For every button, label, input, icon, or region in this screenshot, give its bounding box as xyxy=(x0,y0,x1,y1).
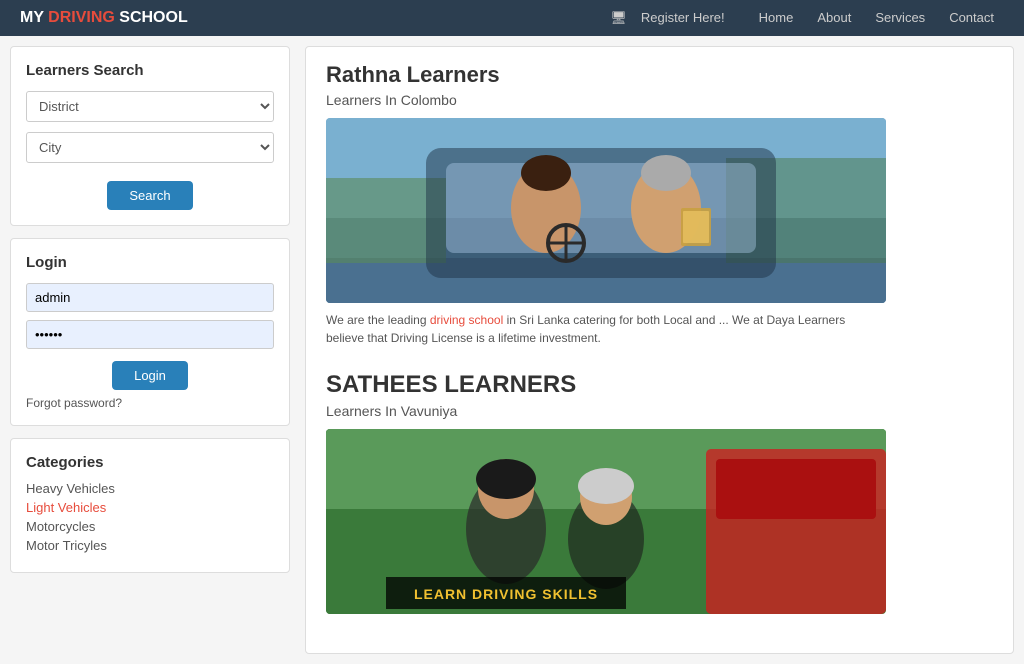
register-link-text[interactable]: Register Here! xyxy=(631,0,735,36)
category-motor-tricycles[interactable]: Motor Tricyles xyxy=(26,538,107,553)
listing-2-title: SATHEES LEARNERS xyxy=(326,371,993,399)
listing-1-title: Rathna Learners xyxy=(326,62,993,88)
listing-2-svg: LEARN DRIVING SKILLS xyxy=(326,429,886,614)
list-item: Light Vehicles xyxy=(26,500,274,515)
listing-1-description: We are the leading driving school in Sri… xyxy=(326,311,886,347)
listing-1-link[interactable]: driving school xyxy=(430,313,503,327)
listing-1-svg xyxy=(326,118,886,303)
listing-1-subtitle: Learners In Colombo xyxy=(326,92,993,108)
category-heavy-vehicles[interactable]: Heavy Vehicles xyxy=(26,481,115,496)
sidebar: Learners Search District City Search Log… xyxy=(10,46,290,654)
navbar: MY DRIVING SCHOOL 🖥 Register Here! Home … xyxy=(0,0,1024,36)
listing-2-image-overlay: LEARN DRIVING SKILLS xyxy=(326,429,886,614)
listing-1: Rathna Learners Learners In Colombo xyxy=(326,62,993,347)
search-button[interactable]: Search xyxy=(107,181,192,210)
listing-1-image-overlay xyxy=(326,118,886,303)
register-link[interactable]: 🖥 Register Here! xyxy=(600,0,744,36)
username-input[interactable] xyxy=(26,283,274,312)
login-title: Login xyxy=(26,254,274,271)
password-input[interactable] xyxy=(26,320,274,349)
list-item: Motorcycles xyxy=(26,519,274,534)
nav-links: 🖥 Register Here! Home About Services Con… xyxy=(600,0,1004,36)
logo-driving: DRIVING xyxy=(48,9,115,26)
forgot-password-link[interactable]: Forgot password? xyxy=(26,396,274,410)
list-item: Motor Tricyles xyxy=(26,538,274,553)
category-light-vehicles[interactable]: Light Vehicles xyxy=(26,500,106,515)
logo-school: SCHOOL xyxy=(115,9,188,26)
site-logo: MY DRIVING SCHOOL xyxy=(20,9,188,27)
city-select[interactable]: City xyxy=(26,132,274,163)
listing-1-image xyxy=(326,118,886,303)
search-box: Learners Search District City Search xyxy=(10,46,290,226)
listing-2-subtitle: Learners In Vavuniya xyxy=(326,403,993,419)
main-content: Rathna Learners Learners In Colombo xyxy=(305,46,1014,654)
listing-2: SATHEES LEARNERS Learners In Vavuniya xyxy=(326,371,993,614)
categories-title: Categories xyxy=(26,454,274,471)
nav-services[interactable]: Services xyxy=(865,0,935,36)
categories-box: Categories Heavy Vehicles Light Vehicles… xyxy=(10,438,290,573)
page-layout: Learners Search District City Search Log… xyxy=(0,36,1024,664)
categories-list: Heavy Vehicles Light Vehicles Motorcycle… xyxy=(26,481,274,553)
search-title: Learners Search xyxy=(26,62,274,79)
list-item: Heavy Vehicles xyxy=(26,481,274,496)
nav-contact[interactable]: Contact xyxy=(939,0,1004,36)
login-box: Login Login Forgot password? xyxy=(10,238,290,426)
svg-text:LEARN DRIVING SKILLS: LEARN DRIVING SKILLS xyxy=(414,586,598,602)
nav-about[interactable]: About xyxy=(807,0,861,36)
category-motorcycles[interactable]: Motorcycles xyxy=(26,519,95,534)
listing-2-image: LEARN DRIVING SKILLS xyxy=(326,429,886,614)
login-button[interactable]: Login xyxy=(112,361,188,390)
logo-my: MY xyxy=(20,9,48,26)
monitor-icon: 🖥 xyxy=(610,10,627,26)
district-select[interactable]: District xyxy=(26,91,274,122)
nav-home[interactable]: Home xyxy=(749,0,804,36)
